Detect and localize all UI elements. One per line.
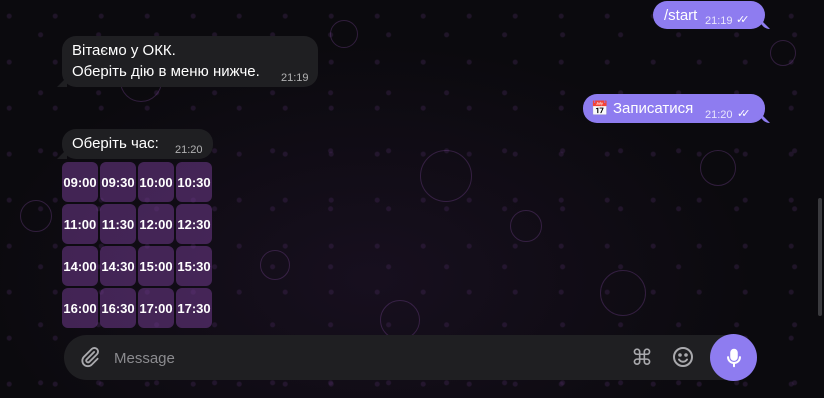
calendar-icon: 📅 — [591, 100, 609, 116]
time-slot-button[interactable]: 10:00 — [138, 162, 174, 202]
time-slot-button[interactable]: 10:30 — [176, 162, 212, 202]
outgoing-message-signup[interactable]: 📅 Записатися 21:20 ✓✓ — [583, 94, 765, 123]
chat-scrollbar[interactable] — [818, 198, 822, 316]
message-composer: ⌘ — [64, 334, 757, 382]
time-slot-button[interactable]: 14:30 — [100, 246, 136, 286]
incoming-message-welcome[interactable]: Вітаємо у ОКК. Оберіть дію в меню нижче.… — [62, 36, 318, 87]
message-time: 21:20 — [175, 144, 203, 156]
read-checkmarks-icon: ✓✓ — [736, 14, 750, 26]
time-slot-button[interactable]: 09:00 — [62, 162, 98, 202]
time-slot-button[interactable]: 12:00 — [138, 204, 174, 244]
time-slot-button[interactable]: 15:00 — [138, 246, 174, 286]
message-input[interactable] — [112, 335, 636, 382]
command-icon[interactable]: ⌘ — [631, 345, 653, 371]
paperclip-icon[interactable] — [79, 346, 101, 368]
time-slot-button[interactable]: 14:00 — [62, 246, 98, 286]
time-slot-button[interactable]: 11:00 — [62, 204, 98, 244]
read-checkmarks-icon: ✓✓ — [737, 108, 751, 120]
time-slot-button[interactable]: 15:30 — [176, 246, 212, 286]
message-text: Записатися — [613, 100, 694, 117]
time-slot-button[interactable]: 09:30 — [100, 162, 136, 202]
message-time: 21:19 — [705, 15, 733, 27]
message-text-line1: Вітаємо у ОКК. — [72, 42, 176, 59]
outgoing-message-start[interactable]: /start 21:19 ✓✓ — [653, 1, 765, 29]
time-slot-button[interactable]: 17:30 — [176, 288, 212, 328]
message-time: 21:20 — [705, 109, 733, 121]
time-slot-button[interactable]: 16:30 — [100, 288, 136, 328]
time-slot-keyboard: 09:00 09:30 10:00 10:30 11:00 11:30 12:0… — [62, 162, 213, 328]
message-text: Оберіть час: — [72, 135, 159, 152]
emoji-icon[interactable] — [671, 345, 695, 369]
time-slot-button[interactable]: 11:30 — [100, 204, 136, 244]
message-time: 21:19 — [281, 72, 309, 84]
time-slot-button[interactable]: 17:00 — [138, 288, 174, 328]
microphone-icon — [726, 348, 741, 367]
incoming-message-choose-time[interactable]: Оберіть час: 21:20 — [62, 129, 213, 159]
microphone-button[interactable] — [710, 334, 757, 381]
time-slot-button[interactable]: 12:30 — [176, 204, 212, 244]
time-slot-button[interactable]: 16:00 — [62, 288, 98, 328]
message-text: /start — [664, 7, 698, 24]
message-text-line2: Оберіть дію в меню нижче. — [72, 63, 260, 80]
